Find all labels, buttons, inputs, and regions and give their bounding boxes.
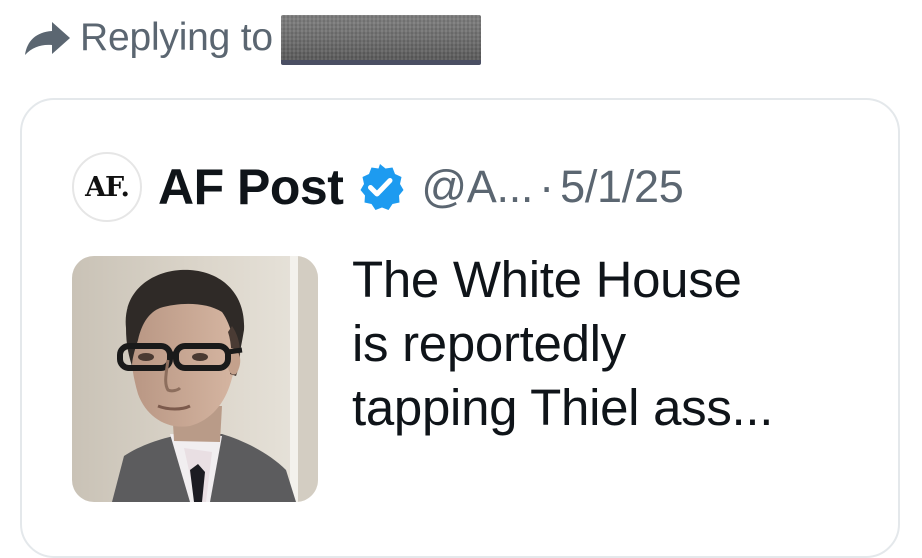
reply-arrow-icon [22, 16, 74, 60]
author-name[interactable]: AF Post [158, 158, 344, 216]
post-date[interactable]: 5/1/25 [560, 161, 684, 213]
author-handle[interactable]: @A... [421, 161, 533, 213]
post-text-line: tapping Thiel ass... [352, 379, 774, 436]
post-text-line: is reportedly [352, 315, 626, 372]
redacted-username [280, 15, 481, 65]
replying-to-bar: Replying to [22, 10, 481, 66]
quoted-post-header: AF. AF Post @A... · 5/1/25 [72, 152, 684, 222]
header-separator: · [539, 161, 555, 212]
quoted-post-card[interactable]: AF. AF Post @A... · 5/1/25 The White Hou… [20, 98, 900, 558]
source-avatar[interactable]: AF. [72, 152, 142, 222]
post-text[interactable]: The White House is reportedly tapping Th… [352, 248, 872, 440]
verified-badge-icon [355, 162, 405, 212]
post-text-line: The White House [352, 251, 742, 308]
source-logo-text: AF. [85, 171, 130, 203]
replying-to-label: Replying to [80, 16, 273, 59]
post-media-thumbnail[interactable] [72, 256, 318, 502]
